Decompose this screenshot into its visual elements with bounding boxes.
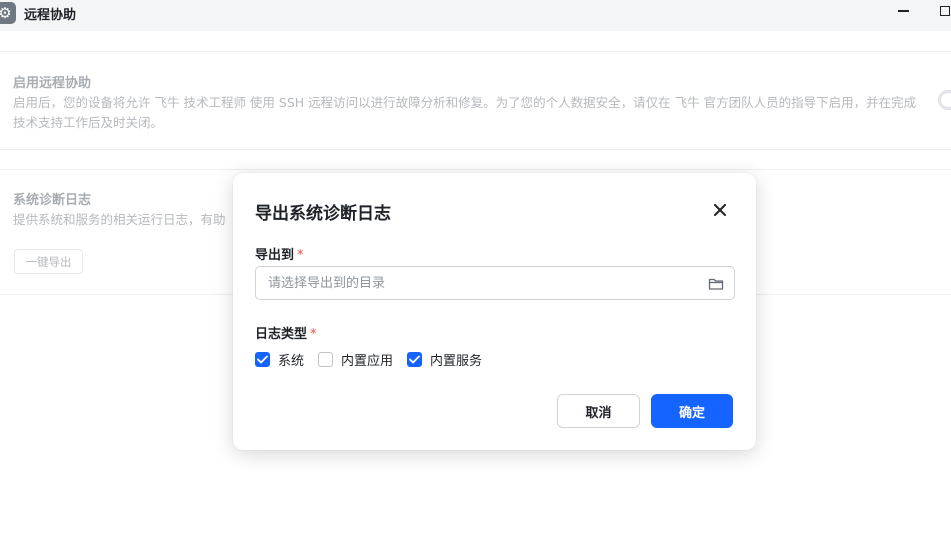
- close-icon: [714, 204, 726, 216]
- log-type-label-text: 日志类型: [255, 327, 308, 342]
- export-path-field[interactable]: [255, 266, 735, 300]
- checkbox-system[interactable]: 系统: [255, 350, 304, 369]
- checkbox-checked-icon[interactable]: [407, 351, 423, 367]
- close-button[interactable]: [709, 199, 731, 221]
- folder-icon[interactable]: [708, 276, 724, 292]
- dialog-title: 导出系统诊断日志: [255, 204, 391, 224]
- checkbox-label: 内置服务: [430, 353, 483, 369]
- export-path-input[interactable]: [268, 267, 688, 299]
- checkbox-builtin-services[interactable]: 内置服务: [407, 350, 482, 369]
- checkbox-builtin-apps[interactable]: 内置应用: [318, 350, 393, 369]
- checkbox-label: 内置应用: [341, 353, 394, 369]
- checkbox-label: 系统: [278, 353, 305, 369]
- export-to-label-text: 导出到: [255, 248, 295, 263]
- export-logs-dialog: 导出系统诊断日志 导出到* 日志类型* 系统 内置应用: [233, 173, 756, 450]
- log-type-options: 系统 内置应用 内置服务: [255, 349, 496, 369]
- confirm-button[interactable]: 确定: [651, 394, 733, 428]
- required-mark: *: [297, 248, 304, 263]
- checkbox-unchecked-icon[interactable]: [318, 351, 334, 367]
- export-to-label: 导出到 *: [255, 244, 304, 263]
- cancel-button[interactable]: 取消: [557, 394, 640, 428]
- required-mark: *: [310, 327, 317, 342]
- checkbox-checked-icon[interactable]: [255, 351, 270, 367]
- log-type-label: 日志类型 *: [255, 323, 317, 342]
